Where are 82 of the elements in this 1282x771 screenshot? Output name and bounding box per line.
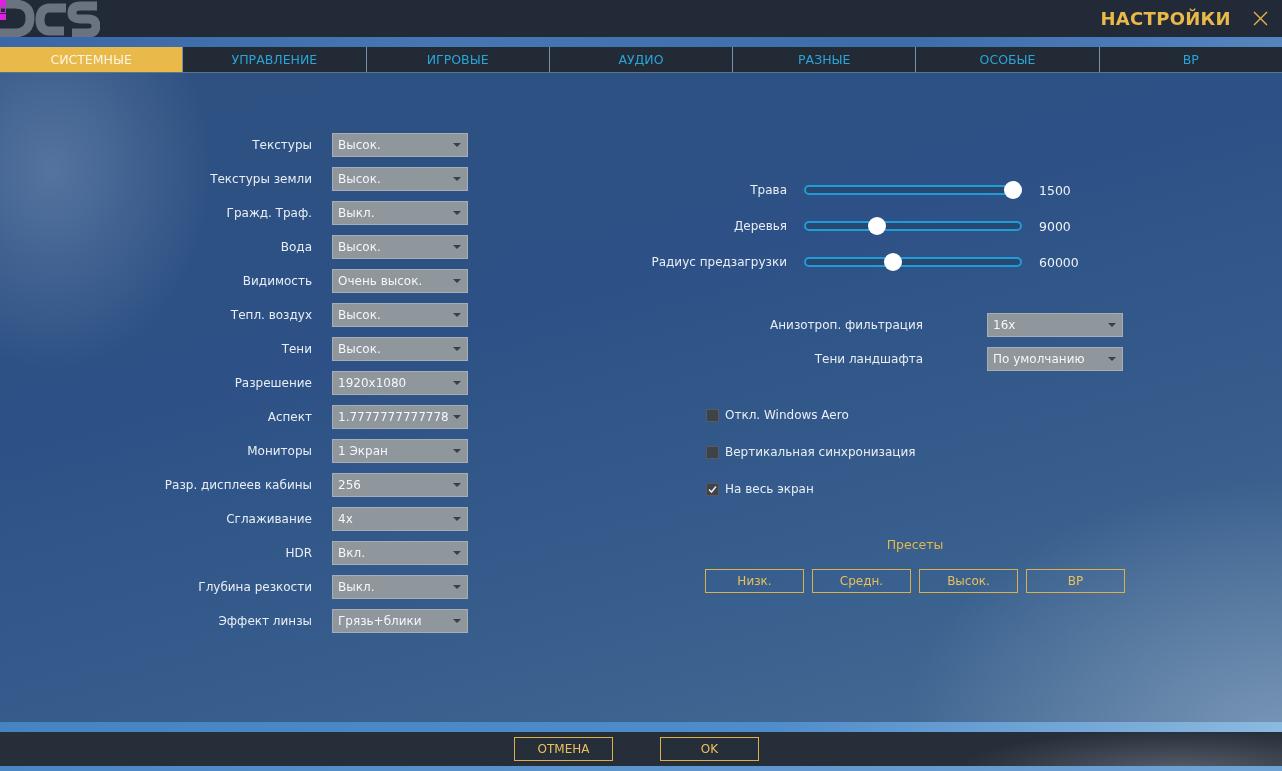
setting-label: Аспект (266, 410, 312, 424)
slider-thumb[interactable] (868, 217, 886, 235)
setting-label: Тени ландшафта (813, 352, 923, 366)
setting-label: Анизотроп. фильтрация (769, 318, 923, 332)
slider-label: Деревья (733, 219, 787, 233)
slider[interactable] (804, 181, 1022, 199)
checkbox-label: Вертикальная синхронизация (725, 445, 916, 459)
close-icon (1253, 11, 1268, 26)
dropdown[interactable]: Вкл. (332, 541, 468, 565)
setting-label: HDR (284, 546, 312, 560)
caret-icon (453, 313, 461, 317)
caret-icon (453, 245, 461, 249)
dropdown[interactable]: 16x (987, 313, 1123, 337)
dropdown[interactable]: Выкл. (332, 201, 468, 225)
dropdown[interactable]: По умолчанию (987, 347, 1123, 371)
dropdown[interactable]: Выкл. (332, 575, 468, 599)
logo-icon (0, 0, 100, 37)
close-button[interactable] (1253, 11, 1268, 26)
setting-label: Текстуры земли (209, 172, 312, 186)
dropdown[interactable]: 256 (332, 473, 468, 497)
slider[interactable] (804, 253, 1022, 271)
setting-label: Гражд. Траф. (225, 206, 312, 220)
preset-button[interactable]: ВР (1026, 569, 1125, 593)
window-title: НАСТРОЙКИ (1100, 8, 1231, 29)
slider-label: Радиус предзагрузки (651, 255, 787, 269)
setting-label: Вода (279, 240, 312, 254)
setting-label: Тени (280, 342, 312, 356)
caret-icon (1108, 323, 1116, 327)
checkbox[interactable] (706, 408, 719, 422)
slider-label: Трава (750, 183, 787, 197)
preset-button[interactable]: Низк. (705, 569, 804, 593)
setting-label: Тепл. воздух (229, 308, 312, 322)
dropdown[interactable]: Высок. (332, 235, 468, 259)
cancel-button[interactable]: ОТМЕНА (514, 737, 613, 761)
caret-icon (453, 347, 461, 351)
setting-label: Эффект линзы (217, 614, 312, 628)
dropdown[interactable]: 1920x1080 (332, 371, 468, 395)
caret-icon (453, 483, 461, 487)
slider-value: 9000 (1039, 218, 1071, 234)
dropdown[interactable]: Грязь+блики (332, 609, 468, 633)
slider-value: 60000 (1039, 254, 1079, 270)
preset-button[interactable]: Средн. (812, 569, 911, 593)
setting-label: Текстуры (251, 138, 312, 152)
caret-icon (453, 551, 461, 555)
marker-icon (0, 0, 6, 20)
setting-label: Разрешение (233, 376, 312, 390)
caret-icon (453, 143, 461, 147)
ok-button[interactable]: OK (660, 737, 759, 761)
caret-icon (453, 415, 461, 419)
dropdown[interactable]: Высок. (332, 337, 468, 361)
checkbox[interactable] (706, 445, 719, 459)
dropdown[interactable]: 1.7777777777778 (332, 405, 468, 429)
preset-button[interactable]: Высок. (919, 569, 1018, 593)
caret-icon (453, 211, 461, 215)
setting-label: Разр. дисплеев кабины (163, 478, 312, 492)
caret-icon (453, 585, 461, 589)
setting-label: Сглаживание (225, 512, 312, 526)
caret-icon (453, 177, 461, 181)
caret-icon (453, 279, 461, 283)
slider-thumb[interactable] (1004, 181, 1022, 199)
presets-heading: Пресеты (886, 537, 944, 553)
checkbox[interactable] (706, 482, 719, 496)
caret-icon (1108, 357, 1116, 361)
dropdown[interactable]: Очень высок. (332, 269, 468, 293)
caret-icon (453, 449, 461, 453)
dropdown[interactable]: Высок. (332, 303, 468, 327)
caret-icon (453, 619, 461, 623)
checkbox-label: Откл. Windows Aero (725, 408, 849, 422)
slider[interactable] (804, 217, 1022, 235)
dropdown[interactable]: Высок. (332, 133, 468, 157)
slider-value: 1500 (1039, 182, 1071, 198)
tab[interactable]: СИСТЕМНЫЕ (0, 47, 184, 72)
setting-label: Глубина резкости (197, 580, 312, 594)
dropdown[interactable]: Высок. (332, 167, 468, 191)
dropdown[interactable]: 4x (332, 507, 468, 531)
dropdown[interactable]: 1 Экран (332, 439, 468, 463)
setting-label: Видимость (241, 274, 312, 288)
slider-thumb[interactable] (884, 253, 902, 271)
setting-label: Мониторы (246, 444, 312, 458)
caret-icon (453, 517, 461, 521)
caret-icon (453, 381, 461, 385)
checkbox-label: На весь экран (725, 482, 814, 496)
